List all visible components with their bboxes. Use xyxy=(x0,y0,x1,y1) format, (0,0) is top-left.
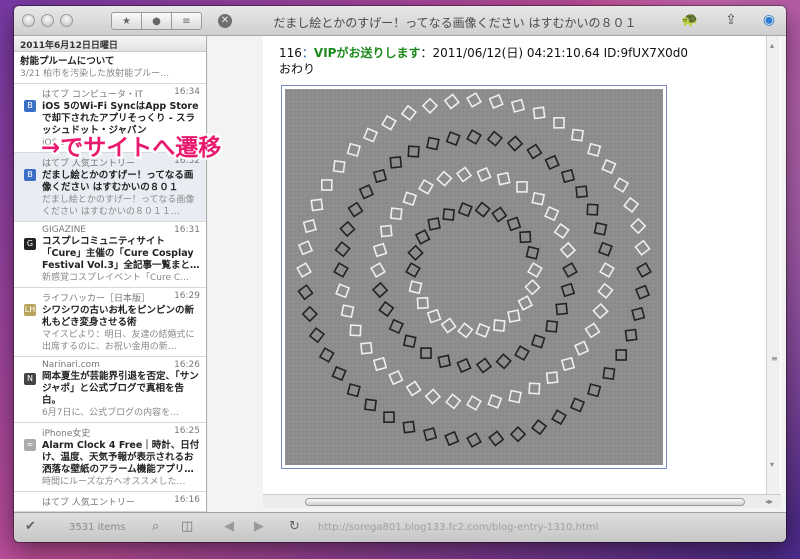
search-icon[interactable]: ⌕ xyxy=(152,519,159,534)
item-time: 16:26 xyxy=(174,360,200,370)
item-title: 射能プルームについて xyxy=(20,56,115,67)
share-icon[interactable]: ⇪ xyxy=(721,12,741,30)
item-description: 3/21 柏市を汚染した放射能プルー… xyxy=(20,69,170,79)
scroll-grip-icon[interactable]: ≡ xyxy=(771,354,778,363)
feed-icon: G xyxy=(24,238,36,250)
list-item[interactable]: LH ライフハッカー［日本版］ 16:29 シワシワの古いお札をピンピンの新札もどき変… xyxy=(14,288,206,357)
horizontal-scrollbar[interactable]: ◂▸ xyxy=(263,494,781,508)
article-page: 116：VIPがお送りします：2011/06/12(日) 04:21:10.64… xyxy=(263,36,781,494)
feed-source: ライフハッカー［日本版］ 16:29 xyxy=(42,291,200,304)
item-description: だまし絵とかのすげー！ってなる画像ください はすむかいの８０１１… xyxy=(42,195,195,217)
list-icon: ≡ xyxy=(182,15,191,27)
mark-read-icon[interactable]: ✔ xyxy=(25,519,36,534)
bottom-toolbar: ✔ 3531 items ⌕ ◫ ◀ ▶ ↻ http://sorega801.… xyxy=(14,512,786,542)
list-item[interactable]: N Narinari.com 16:26 岡本夏生が芸能界引退を否定、「サンジャポ」と… xyxy=(14,357,206,423)
vertical-scrollbar[interactable]: ▴ ≡ ▾ xyxy=(766,36,780,494)
item-time: 16:29 xyxy=(174,291,200,301)
annotation-overlay: →でサイトへ遷移 xyxy=(41,135,222,161)
feed-source: iPhone女史 16:25 xyxy=(42,426,200,439)
list-item[interactable]: G GIGAZINE 16:31 コスプレコミュニティサイト「Cure」主催の「Cur… xyxy=(14,222,206,288)
feed-name: はてブ コンピュータ・IT xyxy=(42,90,144,100)
feed-name: ライフハッカー［日本版］ xyxy=(42,294,151,304)
item-time: 16:31 xyxy=(174,225,200,235)
minimize-window-button[interactable] xyxy=(41,14,54,27)
item-description: 6月7日に、公式ブログの内容を… xyxy=(42,408,180,418)
illusion-image xyxy=(281,85,667,469)
list-item[interactable]: はてブ 人気エントリー 16:16 xyxy=(14,492,206,512)
item-title: コスプレコミュニティサイト「Cure」主催の「Cure Cosplay Fest… xyxy=(42,236,200,271)
item-time: 16:34 xyxy=(174,87,200,97)
forward-icon[interactable]: ▶ xyxy=(254,519,264,534)
article-list: 2011年6月12日日曜日 射能プルームについて 3/21 柏市を汚染した放射能プ… xyxy=(14,36,207,512)
close-article-button[interactable]: ✕ xyxy=(218,14,232,28)
feed-icon: LH xyxy=(24,304,36,316)
post-number: 116 xyxy=(279,46,302,60)
item-title: だまし絵とかのすげー！ってなる画像ください はすむかいの８０１ xyxy=(42,170,194,193)
close-window-button[interactable] xyxy=(22,14,35,27)
feed-source: はてブ 人気エントリー 16:16 xyxy=(42,495,200,508)
feed-name: iPhone女史 xyxy=(42,429,91,439)
collapse-sidebar-icon[interactable]: ◫ xyxy=(181,519,193,534)
item-time: 16:16 xyxy=(174,495,200,505)
post-header: 116：VIPがお送りします：2011/06/12(日) 04:21:10.64… xyxy=(279,44,688,61)
feed-source: Narinari.com 16:26 xyxy=(42,360,200,370)
item-description: 新感覚コスプレイベント「Cure C… xyxy=(42,273,190,283)
feed-name: はてブ 人気エントリー xyxy=(42,498,135,508)
list-item[interactable]: ≈ iPhone女史 16:25 Alarm Clock 4 Free｜時計、日付け、… xyxy=(14,423,206,492)
feed-name: Narinari.com xyxy=(42,360,100,370)
feed-source: GIGAZINE 16:31 xyxy=(42,225,200,235)
starred-filter-button[interactable]: ★ xyxy=(111,12,142,30)
feed-icon: N xyxy=(24,373,36,385)
all-filter-button[interactable]: ≡ xyxy=(171,12,202,30)
feed-name: GIGAZINE xyxy=(42,225,86,235)
item-title: 岡本夏生が芸能界引退を否定、「サンジャポ」と公式ブログで真相を告白。 xyxy=(42,371,199,406)
dot-icon: ● xyxy=(152,15,161,27)
horizontal-scroll-thumb[interactable] xyxy=(305,498,745,506)
zoom-window-button[interactable] xyxy=(60,14,73,27)
date-header: 2011年6月12日日曜日 xyxy=(14,36,206,52)
item-title: シワシワの古いお札をピンピンの新札もどき変身させる術 xyxy=(42,305,195,328)
feed-icon: B xyxy=(24,169,36,181)
unread-filter-button[interactable]: ● xyxy=(141,12,172,30)
reader-window: ★ ● ≡ ✕ だまし絵とかのすげー！ってなる画像ください はすむかいの８０１ … xyxy=(14,6,786,542)
title-bar: ★ ● ≡ ✕ だまし絵とかのすげー！ってなる画像ください はすむかいの８０１ … xyxy=(14,6,786,36)
scroll-up-icon[interactable]: ▴ xyxy=(770,41,774,50)
feed-icon: ≈ xyxy=(24,439,36,451)
feed-icon: B xyxy=(24,100,36,112)
poster-name: VIPがお送りします xyxy=(313,46,421,60)
illusion-svg xyxy=(285,89,663,465)
tortoise-icon[interactable]: 🐢 xyxy=(680,12,700,30)
item-description: マイスピより：明日、友達の結婚式に出席するのに、お祝い金用の新… xyxy=(42,330,195,352)
item-title: Alarm Clock 4 Free｜時計、日付け、温度、天気予報が表示されるお… xyxy=(42,440,200,475)
star-icon: ★ xyxy=(122,15,131,27)
post-separator: ： xyxy=(301,46,314,60)
safari-icon[interactable]: ◉ xyxy=(759,12,779,30)
status-url: http://sorega801.blog133.fc2.com/blog-en… xyxy=(318,522,599,533)
post-body: おわり xyxy=(279,62,316,76)
back-icon[interactable]: ◀ xyxy=(224,519,234,534)
list-item[interactable]: 射能プルームについて 3/21 柏市を汚染した放射能プルー… xyxy=(14,52,206,84)
item-description: 時間にルーズな方へオススメした… xyxy=(42,477,186,487)
item-time: 16:25 xyxy=(174,426,200,436)
feed-source: はてブ コンピュータ・IT 16:34 xyxy=(42,87,200,100)
scroll-down-icon[interactable]: ▾ xyxy=(770,460,774,469)
article-pane: 116：VIPがお送りします：2011/06/12(日) 04:21:10.64… xyxy=(208,36,786,512)
list-item[interactable]: B はてブ 人気エントリー 16:32 だまし絵とかのすげー！ってなる画像ください は… xyxy=(14,153,206,222)
scroll-arrows-icon[interactable]: ◂▸ xyxy=(765,497,773,506)
window-title: だまし絵とかのすげー！ってなる画像ください はすむかいの８０１ xyxy=(273,16,637,30)
reload-icon[interactable]: ↻ xyxy=(289,519,300,534)
post-meta: ：2011/06/12(日) 04:21:10.64 ID:9fUX7X0d0 xyxy=(420,46,689,60)
item-count: 3531 items xyxy=(69,522,126,533)
